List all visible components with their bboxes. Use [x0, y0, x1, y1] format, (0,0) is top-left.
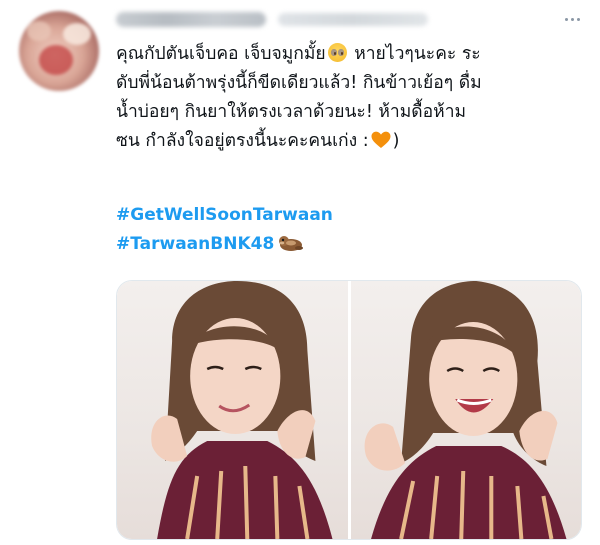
hashtag-link[interactable]: #TarwaanBNK48 — [116, 234, 274, 254]
text-line-4: ซน กำลังใจอยู่ตรงนี้นะคะคนเก่ง : — [116, 131, 369, 151]
tweet[interactable]: คุณกัปตันเจ็บคอ เจ็บจมูกมั้ย หายไวๆนะคะ … — [0, 0, 600, 545]
author-handle-blurred[interactable] — [278, 13, 428, 26]
author-name-blurred[interactable] — [116, 12, 266, 27]
avatar-detail — [63, 23, 91, 45]
photo-2[interactable] — [350, 281, 581, 539]
photo-1-image — [151, 281, 333, 539]
pleading-face-emoji — [327, 43, 347, 62]
hashtag-link[interactable]: #GetWellSoonTarwaan — [116, 201, 333, 230]
more-horizontal-icon — [564, 17, 568, 21]
otter-emoji — [279, 236, 304, 251]
more-options-button[interactable] — [560, 10, 584, 28]
text-line-2: ดับพี่น้อนต้าพรุ่งนี้ก็ขีดเดียวแล้ว! กิน… — [116, 73, 482, 93]
avatar-detail — [27, 21, 51, 41]
text-line-1: คุณกัปตันเจ็บคอ เจ็บจมูกมั้ย — [116, 44, 326, 64]
orange-heart-emoji — [371, 131, 391, 149]
tweet-text: คุณกัปตันเจ็บคอ เจ็บจมูกมั้ย หายไวๆนะคะ … — [116, 40, 586, 156]
more-horizontal-icon — [570, 17, 574, 21]
text-line-4b: ) — [392, 131, 400, 151]
avatar-detail — [39, 45, 73, 75]
media-grid — [116, 280, 582, 540]
text-line-1b: หายไวๆนะคะ ระ — [348, 44, 481, 64]
hashtag-list: #GetWellSoonTarwaan #TarwaanBNK48 — [116, 201, 333, 259]
photo-1[interactable] — [117, 281, 348, 539]
avatar[interactable] — [19, 11, 99, 91]
hashtag-row: #TarwaanBNK48 — [116, 234, 304, 254]
text-line-3: น้ำบ่อยๆ กินยาให้ตรงเวลาด้วยนะ! ห้ามดื้อ… — [116, 102, 467, 122]
photo-2-image — [364, 281, 566, 539]
more-horizontal-icon — [576, 17, 580, 21]
